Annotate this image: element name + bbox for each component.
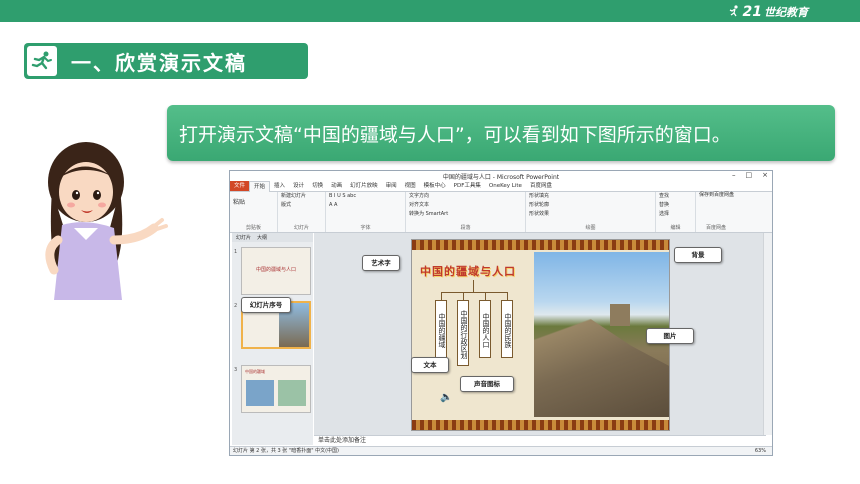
speaker-icon[interactable]: 🔈	[440, 392, 452, 403]
connector-line	[441, 292, 508, 293]
callout-sound-icon: 声音图标	[460, 376, 514, 392]
callout-art-text: 艺术字	[362, 255, 400, 271]
maximize-icon[interactable]: □	[746, 171, 753, 179]
callout-slide-order: 幻灯片序号	[241, 297, 291, 313]
tab-slides-pane[interactable]: 幻灯片	[236, 234, 251, 241]
slide-title-wordart: 中国的疆域与人口	[420, 265, 516, 278]
slide-thumbnail-3[interactable]: 中国的疆域	[241, 365, 311, 413]
group-font: B I U S abc A A 字体	[326, 192, 406, 232]
logo: 21 世纪教育	[728, 4, 808, 20]
slide-box-divisions: 中国的行政区划	[457, 300, 469, 366]
slide-box-ethnic: 中国的民族	[501, 300, 513, 358]
connector-line	[473, 280, 474, 292]
slide-bottom-border	[412, 420, 669, 430]
thumbnail-title-3: 中国的疆域	[245, 369, 265, 374]
thumbnail-title-1: 中国的疆域与人口	[255, 267, 296, 273]
tab-animations[interactable]: 动画	[327, 181, 346, 191]
window-controls: – □ ×	[732, 171, 768, 179]
find-button[interactable]: 查找	[656, 192, 695, 201]
thumbnail-number-1: 1	[234, 249, 238, 255]
align-text-button[interactable]: 对齐文本	[406, 201, 525, 210]
tab-insert[interactable]: 插入	[270, 181, 289, 191]
runner-logo-icon	[728, 4, 740, 20]
tab-templates[interactable]: 模板中心	[420, 181, 450, 191]
font-style-buttons[interactable]: B I U S abc	[326, 192, 405, 201]
ribbon: 粘贴 剪贴板 新建幻灯片 版式 幻灯片 B I U S abc A A 字体 文…	[230, 191, 772, 233]
window-titlebar: 中国的疆域与人口 - Microsoft PowerPoint – □ ×	[230, 171, 772, 181]
runner-icon	[27, 46, 57, 76]
tab-slideshow[interactable]: 幻灯片放映	[346, 181, 382, 191]
group-label-drawing: 绘图	[585, 225, 596, 231]
tab-home[interactable]: 开始	[249, 180, 271, 192]
layout-button[interactable]: 版式	[278, 201, 325, 210]
logo-text: 世纪教育	[764, 6, 808, 19]
connector-line	[485, 292, 486, 300]
close-icon[interactable]: ×	[762, 171, 768, 179]
connector-line	[463, 292, 464, 300]
group-editing: 查找 替换 选择 编辑	[656, 192, 696, 232]
girl-illustration	[44, 140, 174, 300]
save-to-baidu-button[interactable]: 保存到百度网盘	[696, 192, 736, 199]
top-banner: 21 世纪教育	[0, 0, 860, 22]
group-label-paragraph: 段落	[460, 225, 471, 231]
new-slide-button[interactable]: 新建幻灯片	[278, 192, 325, 201]
tab-review[interactable]: 审阅	[382, 181, 401, 191]
shape-outline-button[interactable]: 形状轮廓	[526, 201, 655, 210]
connector-line	[507, 292, 508, 300]
vertical-scrollbar[interactable]	[763, 233, 772, 435]
tab-baidu[interactable]: 百度网盘	[526, 181, 556, 191]
slides-pane: 幻灯片 大纲 1 中国的疆域与人口 2 3 中国的疆域	[232, 233, 313, 445]
group-baidu: 保存到百度网盘 百度网盘	[696, 192, 736, 232]
window-title: 中国的疆域与人口 - Microsoft PowerPoint	[442, 174, 560, 181]
description-banner: 打开演示文稿“中国的疆域与人口”，可以看到如下图所示的窗口。	[167, 105, 835, 161]
callout-picture: 图片	[646, 328, 694, 344]
status-bar: 幻灯片 第 2 张，共 3 张 "暗香扑面" 中文(中国) 63%	[230, 446, 772, 455]
status-text: 幻灯片 第 2 张，共 3 张 "暗香扑面" 中文(中国)	[233, 448, 339, 454]
select-button[interactable]: 选择	[656, 210, 695, 219]
tab-transitions[interactable]: 切换	[308, 181, 327, 191]
callout-text: 文本	[411, 357, 449, 373]
group-label-clipboard: 剪贴板	[245, 225, 261, 231]
section-title-badge: 一、欣赏演示文稿	[24, 43, 308, 79]
replace-button[interactable]: 替换	[656, 201, 695, 210]
text-direction-button[interactable]: 文字方向	[406, 192, 525, 201]
ribbon-tabs: 文件 开始 插入 设计 切换 动画 幻灯片放映 审阅 视图 模板中心 PDF工具…	[230, 180, 772, 192]
paste-button[interactable]: 粘贴	[230, 192, 277, 214]
group-label-editing: 编辑	[670, 225, 681, 231]
minimize-icon[interactable]: –	[732, 171, 736, 179]
font-size-buttons[interactable]: A A	[326, 201, 405, 210]
tab-onekey[interactable]: OneKey Lite	[485, 181, 526, 191]
slide-canvas[interactable]: 中国的疆域与人口 中国的疆域 中国的行政区划 中国的人口 中国的民族 🔈	[411, 239, 670, 431]
slide-box-territory: 中国的疆域	[435, 300, 447, 358]
smartart-button[interactable]: 转换为 SmartArt	[406, 210, 525, 219]
tab-pdf[interactable]: PDF工具集	[450, 181, 485, 191]
callout-background: 背景	[674, 247, 722, 263]
slide-box-population: 中国的人口	[479, 300, 491, 358]
shape-effects-button[interactable]: 形状效果	[526, 210, 655, 219]
section-title: 一、欣赏演示文稿	[71, 50, 247, 75]
slides-pane-tabs: 幻灯片 大纲	[232, 233, 313, 242]
tab-design[interactable]: 设计	[289, 181, 308, 191]
tab-outline-pane[interactable]: 大纲	[257, 234, 267, 241]
notes-pane[interactable]: 单击此处添加备注	[314, 435, 766, 445]
logo-number: 21	[742, 4, 762, 20]
group-clipboard: 粘贴 剪贴板	[230, 192, 278, 232]
tab-file[interactable]: 文件	[230, 181, 250, 191]
shape-fill-button[interactable]: 形状填充	[526, 192, 655, 201]
thumbnail-number-3: 3	[234, 367, 238, 373]
group-label-font: 字体	[360, 225, 371, 231]
group-drawing: 形状填充 形状轮廓 形状效果 绘图	[526, 192, 656, 232]
group-label-baidu: 百度网盘	[705, 225, 726, 231]
group-paragraph: 文字方向 对齐文本 转换为 SmartArt 段落	[406, 192, 526, 232]
slide-top-border	[412, 240, 669, 250]
connector-line	[441, 292, 442, 300]
tab-view[interactable]: 视图	[401, 181, 420, 191]
slide-thumbnail-1[interactable]: 中国的疆域与人口	[241, 247, 311, 295]
thumbnail-number-2: 2	[234, 303, 238, 309]
group-label-slides: 幻灯片	[293, 225, 309, 231]
group-slides: 新建幻灯片 版式 幻灯片	[278, 192, 326, 232]
zoom-level[interactable]: 63%	[755, 447, 766, 455]
